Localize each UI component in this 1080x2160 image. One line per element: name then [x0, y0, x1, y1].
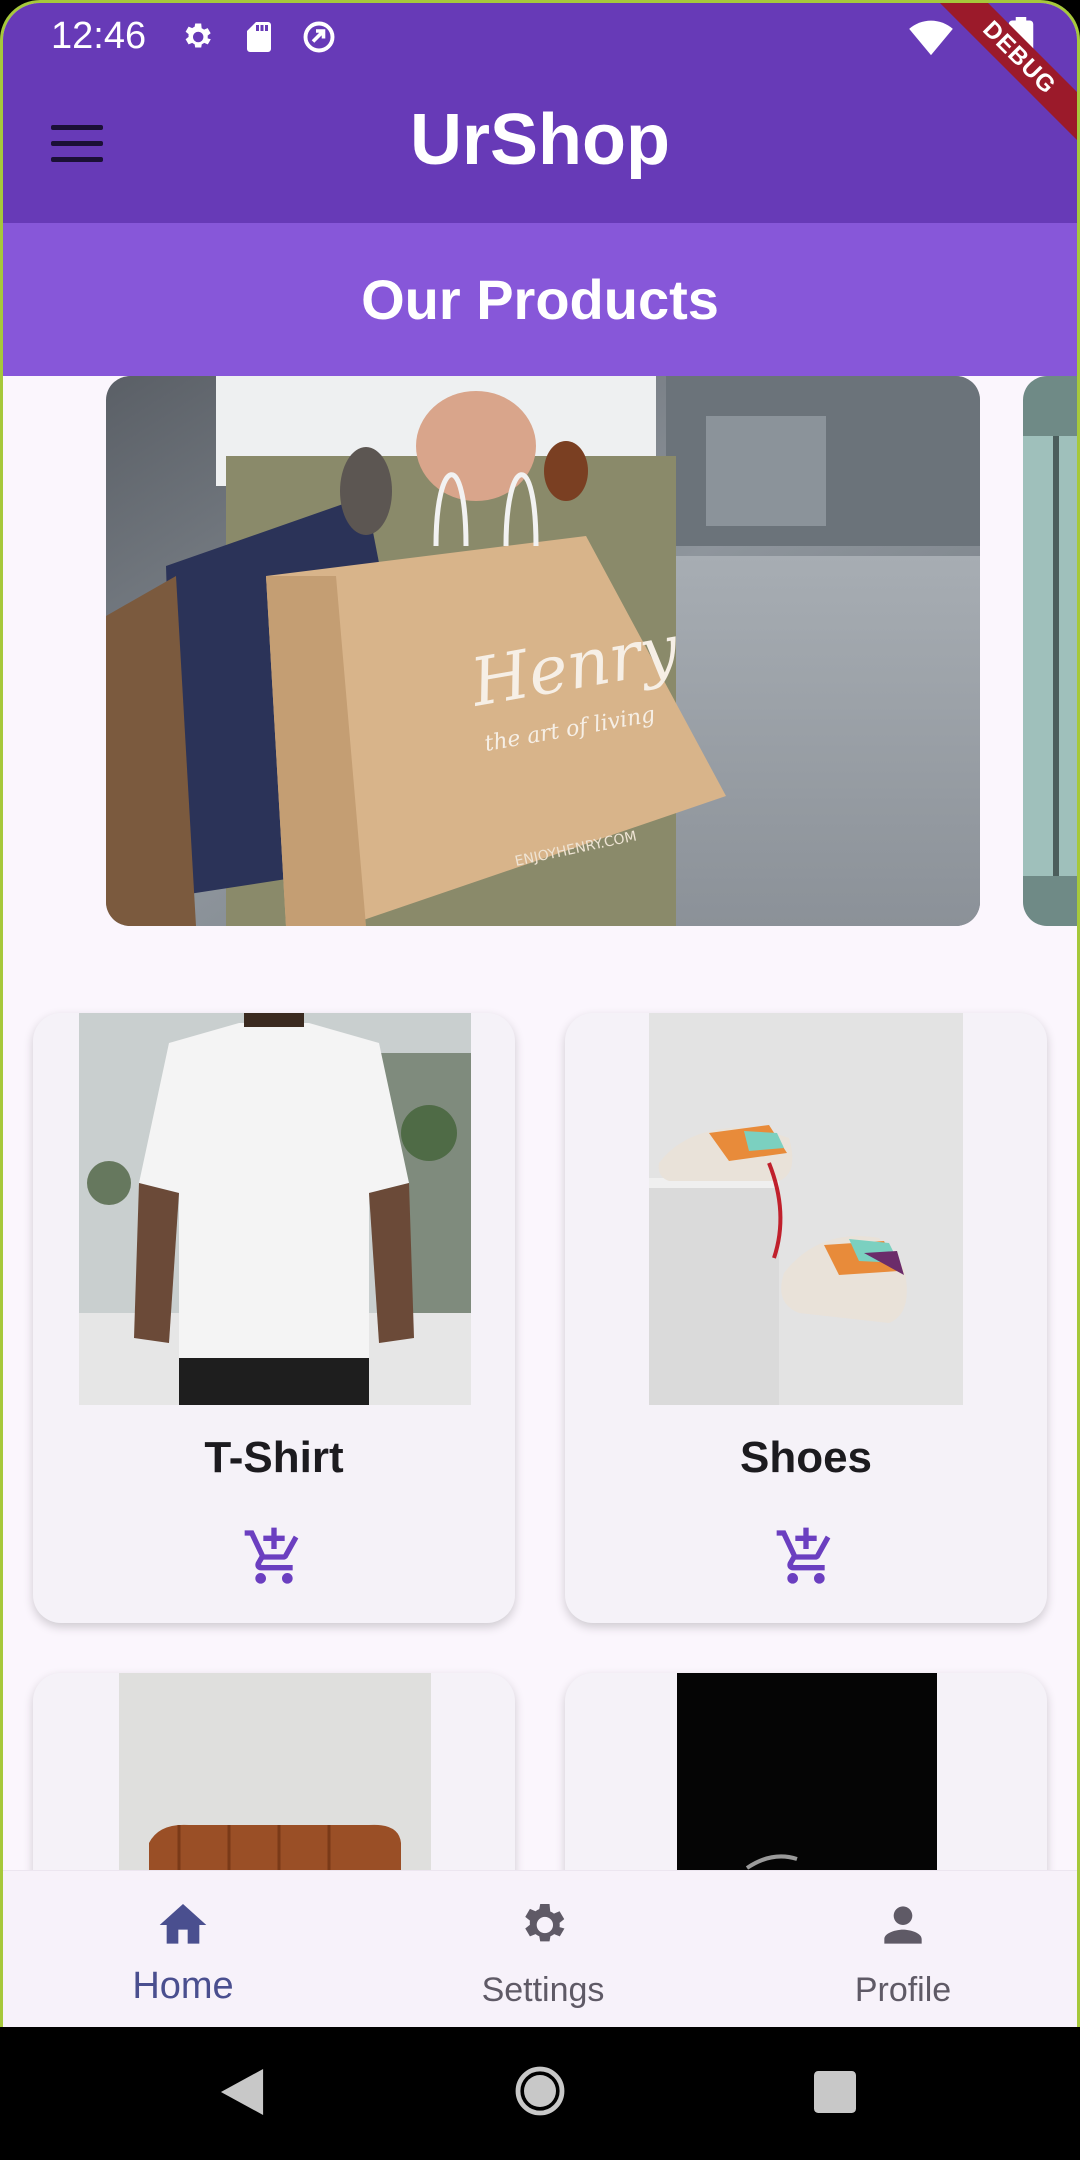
carousel-slide-shopping-bags[interactable]: Henry the art of living ENJOYHENRY.COM [106, 376, 980, 926]
add-to-cart-icon[interactable] [242, 1525, 306, 1589]
nav-home[interactable]: Home [83, 1871, 283, 2027]
nav-profile[interactable]: Profile [803, 1871, 1003, 2027]
settings-icon [185, 23, 211, 48]
nav-settings[interactable]: Settings [443, 1871, 643, 2027]
product-name: T-Shirt [204, 1433, 344, 1482]
watch-image [677, 1673, 937, 1873]
tshirt-image [79, 1013, 471, 1405]
add-to-cart-icon[interactable] [774, 1525, 838, 1589]
settings-icon [525, 1904, 565, 1942]
nav-label: Home [132, 1965, 234, 2007]
product-card-tshirt[interactable]: T-Shirt [33, 1013, 515, 1623]
recents-icon[interactable] [814, 2071, 856, 2113]
sd-card-icon [247, 22, 271, 52]
section-title: Our Products [3, 223, 1077, 376]
image-carousel[interactable]: Henry the art of living ENJOYHENRY.COM [3, 376, 1077, 926]
product-name: Shoes [739, 1433, 873, 1482]
wifi-icon [909, 20, 953, 56]
app-title: UrShop [410, 100, 670, 180]
handbag-image [119, 1673, 431, 1873]
shopping-bags-photo: Henry the art of living ENJOYHENRY.COM [106, 376, 980, 926]
nav-label: Settings [481, 1971, 605, 2009]
app-bar: UrShop [3, 71, 1077, 223]
storefront-photo [1023, 376, 1077, 926]
product-card-shoes[interactable]: Shoes [565, 1013, 1047, 1623]
system-navigation-bar [0, 2027, 1080, 2160]
person-icon [884, 1906, 922, 1944]
carousel-slide-next[interactable] [1023, 376, 1077, 926]
status-time: 12:46 [51, 15, 147, 57]
app-frame: 12:46 DEBUG UrShop Our Products Henry th… [0, 0, 1080, 2027]
sync-icon [303, 21, 335, 53]
bottom-navigation: Home Settings Profile [3, 1870, 1077, 2027]
nav-label: Profile [854, 1971, 952, 2009]
status-bar: 12:46 [3, 3, 1077, 71]
back-icon[interactable] [220, 2069, 264, 2115]
home-button-icon[interactable] [514, 2065, 566, 2117]
shoes-image [649, 1013, 963, 1405]
home-icon [159, 1904, 207, 1944]
